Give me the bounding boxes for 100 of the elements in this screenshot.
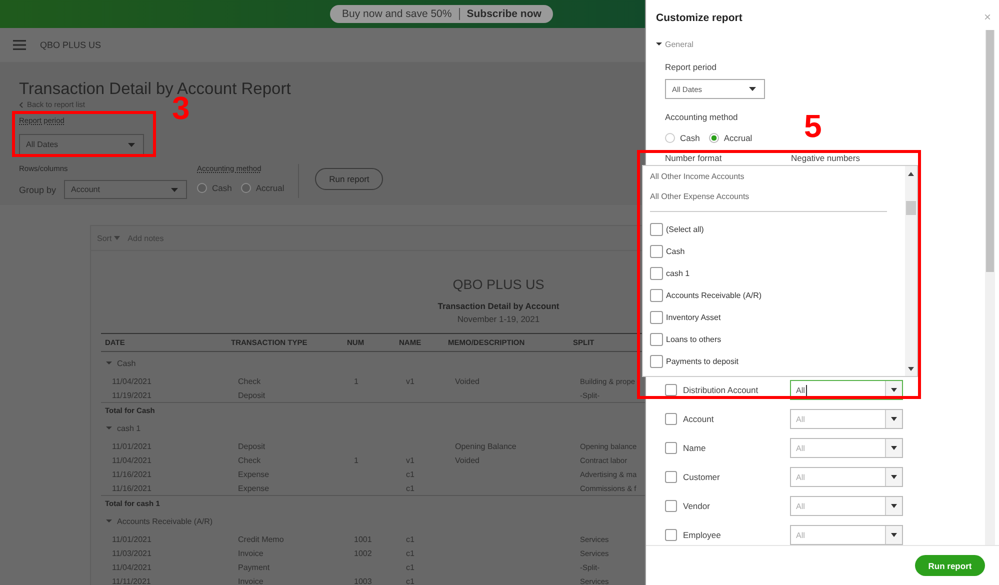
dropdown-option[interactable]: Accounts Receivable (A/R) [666,290,762,300]
checkbox[interactable] [650,288,663,302]
dropdown-option[interactable]: cash 1 [666,268,690,278]
menu-icon[interactable] [13,40,26,50]
report-company: QBO PLUS US [452,277,546,293]
table-cell: 1 [354,456,358,464]
table-cell: Deposit [238,390,266,400]
table-cell: 11/16/2021 [112,470,152,478]
table-cell: 11/19/2021 [112,390,152,400]
report-period-select[interactable]: All Dates [19,134,144,155]
caret-icon [891,388,897,392]
scrollbar-thumb[interactable] [906,201,916,215]
dropdown-option[interactable]: Cash [666,246,685,256]
table-cell: Check [238,376,261,386]
caret-icon [114,236,120,240]
dropdown-option[interactable]: Loans to others [666,334,722,344]
filter-label: Vendor [683,501,711,511]
dropdown-option[interactable]: (Select all) [666,224,704,234]
scroll-down-icon[interactable] [908,367,914,371]
run-report-button[interactable]: Run report [315,168,384,190]
radio-button[interactable] [665,133,675,143]
page-title: Transaction Detail by Account Report [19,79,292,98]
table-cell: 11/04/2021 [112,376,152,386]
caret-icon [891,446,897,450]
radio-button[interactable] [197,183,208,193]
group-by-select[interactable]: Account [64,180,188,199]
dropdown-option[interactable]: All Other Expense Accounts [650,186,895,206]
table-cell: Invoice [238,548,264,558]
scrollbar-thumb[interactable] [986,30,994,272]
checkbox[interactable] [665,471,677,483]
table-cell: 1 [354,376,358,386]
table-cell: 11/11/2021 [112,576,151,585]
table-cell: Invoice [238,576,264,585]
radio-label: Accrual [256,183,284,193]
radio-label: Accrual [724,133,752,143]
filter-label: Employee [683,530,722,540]
dropdown-option[interactable]: All Other Income Accounts [650,166,895,186]
filter-select[interactable]: All [790,525,903,545]
section-label: General [665,40,694,48]
checkbox[interactable] [650,244,663,258]
caret-icon [891,417,897,421]
table-cell: Expense [238,484,270,492]
back-chevron-icon [19,102,23,108]
caret-icon [128,142,135,146]
radio-button[interactable] [708,133,719,143]
table-cell: Check [238,456,261,464]
filter-label: Account [683,414,715,424]
caret-icon [891,533,897,537]
report-period: November 1-19, 2021 [456,314,541,325]
filter-select[interactable]: All [790,438,903,458]
report-title: Transaction Detail by Account [436,301,560,312]
run-report-button[interactable]: Run report [915,555,985,576]
section-name: Accounts Receivable (A/R) [117,516,213,526]
table-cell: c1 [406,470,414,478]
table-cell: 11/01/2021 [112,534,152,544]
offer-text: Buy now and save 50% [342,8,460,20]
table-cell: 11/04/2021 [112,456,152,464]
checkbox[interactable] [665,442,677,454]
radio-label: Cash [680,133,700,143]
scrollbar[interactable] [985,30,995,545]
panel-title: Customize report [656,12,742,24]
checkbox[interactable] [650,266,663,280]
table-cell: 1002 [354,548,372,558]
checkbox[interactable] [665,500,677,512]
dropdown-option[interactable]: Payments to deposit [666,356,738,366]
table-cell: v1 [406,456,414,464]
table-cell: 11/04/2021 [112,562,152,572]
section-name: cash 1 [117,424,141,432]
table-cell: 1003 [354,576,372,585]
filter-select[interactable]: All [790,496,903,516]
filter-select[interactable]: All [790,380,903,400]
scroll-up-icon[interactable] [908,172,914,176]
checkbox[interactable] [665,413,677,425]
caret-icon [171,188,178,192]
section-name: Cash [117,358,136,368]
subscribe-link[interactable]: Subscribe now [460,8,542,20]
table-cell: Credit Memo [238,534,284,544]
close-button[interactable]: × [984,10,991,24]
negative-numbers-label: Negative numbers [791,153,861,163]
checkbox[interactable] [650,354,663,368]
checkbox[interactable] [665,384,677,396]
filter-select[interactable]: All [790,409,903,429]
radio-button[interactable] [240,183,251,193]
table-cell: 11/16/2021 [112,484,152,492]
table-cell: Expense [238,470,270,478]
checkbox[interactable] [650,222,663,236]
annotation-number: 5 [804,110,822,142]
collapse-caret-icon[interactable] [656,41,662,47]
table-cell: v1 [406,376,414,386]
checkbox[interactable] [650,332,663,346]
table-cell: c1 [406,534,414,544]
dropdown-option[interactable]: Inventory Asset [666,312,721,322]
filter-select[interactable]: All [790,467,903,487]
checkbox[interactable] [650,310,663,324]
checkbox[interactable] [665,529,677,541]
scrollbar[interactable] [905,166,917,376]
table-cell: c1 [406,548,414,558]
report-period-label: Report period [665,62,718,72]
accounting-method-label: Accounting method [665,112,739,122]
table-cell: 1001 [354,534,372,544]
